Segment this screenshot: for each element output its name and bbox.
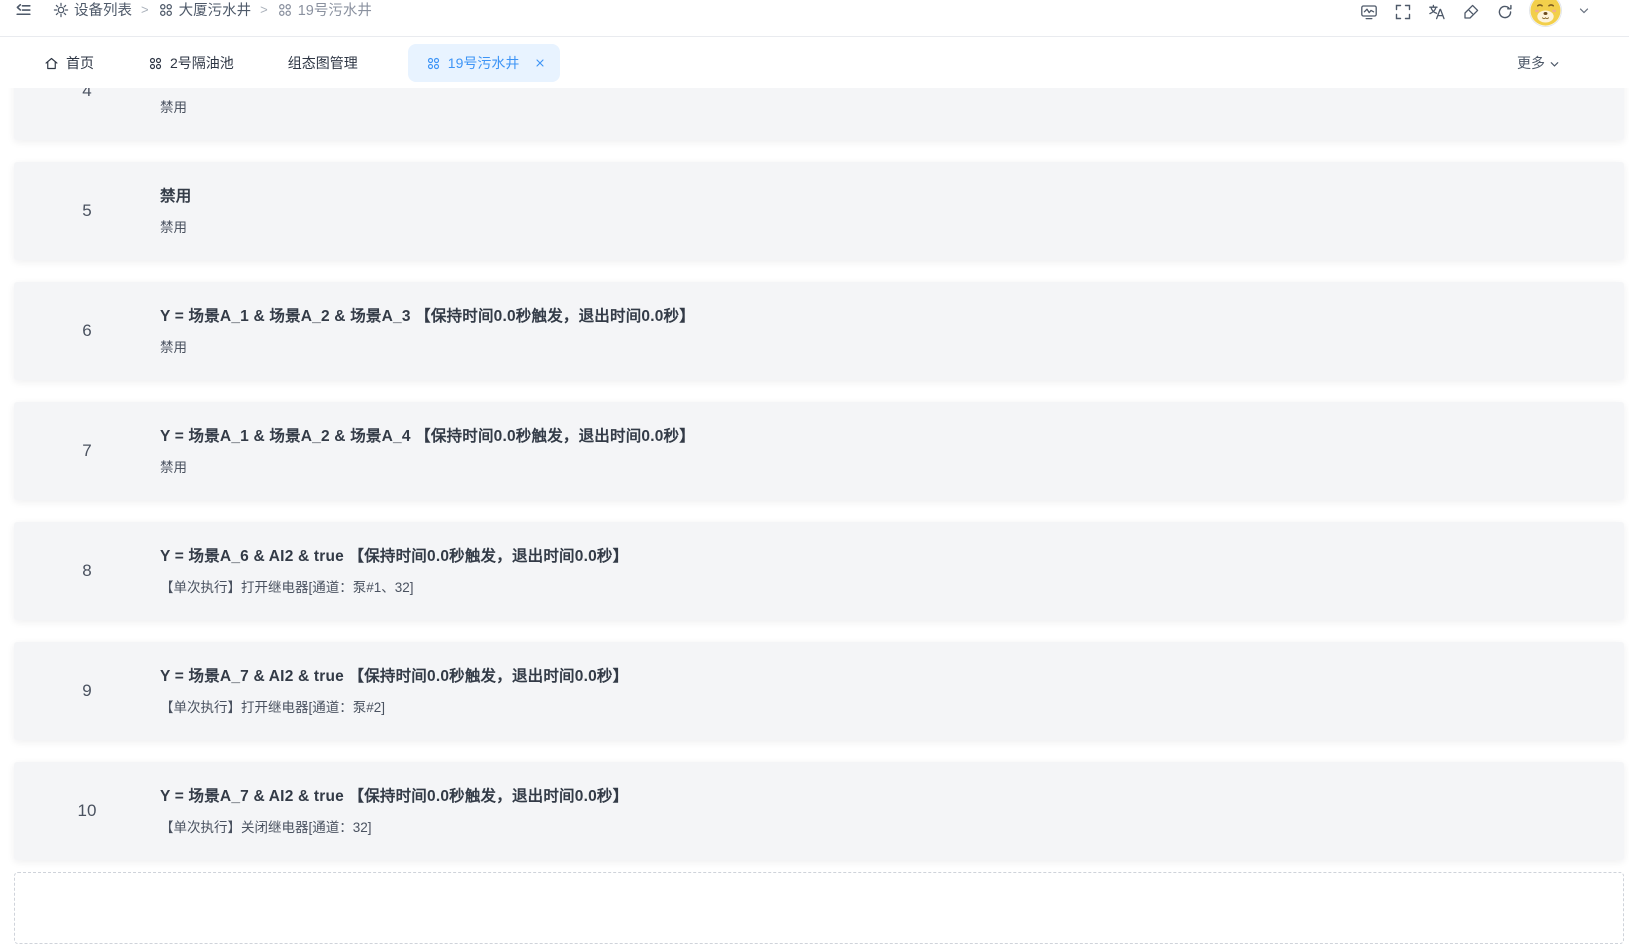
rule-row[interactable]: 10 Y = 场景A_7 & AI2 & true 【保持时间0.0秒触发，退出… <box>14 762 1624 860</box>
apps-icon <box>158 2 174 18</box>
tab-label: 首页 <box>66 53 94 73</box>
rule-text: Y = 场景A_6 & AI2 & true 【保持时间0.0秒触发，退出时间0… <box>160 546 1624 597</box>
refresh-icon[interactable] <box>1496 3 1514 23</box>
rule-action: 禁用 <box>160 459 1600 477</box>
rule-number: 6 <box>14 321 160 341</box>
header-actions <box>1344 0 1591 26</box>
more-tabs-label: 更多 <box>1517 53 1545 73</box>
tab-label: 组态图管理 <box>288 53 358 73</box>
top-header: 设备列表 > 大厦污水井 >19号污水井 <box>0 0 1629 37</box>
tab-19号污水井[interactable]: 19号污水井 <box>408 44 561 82</box>
rule-action: 禁用 <box>160 339 1600 357</box>
rule-text: 禁用 禁用 <box>160 186 1624 237</box>
menu-collapse-icon[interactable] <box>14 0 33 20</box>
breadcrumb-label: 19号污水井 <box>298 0 372 20</box>
rule-text: Y = 场景A_1 & 场景A_2 & 场景A_3 【保持时间0.0秒触发，退出… <box>160 306 1624 357</box>
rule-condition: Y = 场景A_6 & AI2 & true 【保持时间0.0秒触发，退出时间0… <box>160 546 1600 568</box>
more-tabs-button[interactable]: 更多 <box>1511 52 1567 74</box>
tab-label: 19号污水井 <box>448 53 520 73</box>
rule-condition: Y = 场景A_7 & AI2 & true 【保持时间0.0秒触发，退出时间0… <box>160 666 1600 688</box>
rule-row[interactable]: 7 Y = 场景A_1 & 场景A_2 & 场景A_4 【保持时间0.0秒触发，… <box>14 402 1624 500</box>
rule-condition: Y = 场景A_1 & 场景A_2 & 场景A_3 【保持时间0.0秒触发，退出… <box>160 306 1600 328</box>
rule-number: 8 <box>14 561 160 581</box>
breadcrumb: 设备列表 > 大厦污水井 >19号污水井 <box>53 0 372 20</box>
fullscreen-icon[interactable] <box>1394 3 1412 23</box>
breadcrumb-separator: > <box>141 2 149 17</box>
theme-icon[interactable] <box>1462 3 1480 23</box>
tab-label: 2号隔油池 <box>170 53 234 73</box>
translate-icon[interactable] <box>1428 3 1446 23</box>
breadcrumb-label: 设备列表 <box>74 0 132 20</box>
apps-icon <box>426 56 441 71</box>
avatar[interactable] <box>1530 0 1561 26</box>
rule-condition: Y = 场景A_1 & 场景A_2 & 场景A_4 【保持时间0.0秒触发，退出… <box>160 426 1600 448</box>
breadcrumb-separator: > <box>260 2 268 17</box>
rule-action: 禁用 <box>160 99 1600 117</box>
rule-row[interactable]: 9 Y = 场景A_7 & AI2 & true 【保持时间0.0秒触发，退出时… <box>14 642 1624 740</box>
rule-list: 4 禁用 5 禁用 禁用 6 Y = 场景A_1 & 场景A_2 & 场景A_3… <box>0 0 1629 883</box>
rule-condition: Y = 场景A_7 & AI2 & true 【保持时间0.0秒触发，退出时间0… <box>160 786 1600 808</box>
close-icon[interactable] <box>534 57 546 69</box>
rule-action: 【单次执行】打开继电器[通道：泵#2] <box>160 699 1600 717</box>
rule-action: 【单次执行】关闭继电器[通道：32] <box>160 819 1600 837</box>
breadcrumb-label: 大厦污水井 <box>179 0 252 20</box>
rule-row[interactable]: 5 禁用 禁用 <box>14 162 1624 260</box>
rule-row[interactable]: 8 Y = 场景A_6 & AI2 & true 【保持时间0.0秒触发，退出时… <box>14 522 1624 620</box>
tab-2号隔油池[interactable]: 2号隔油池 <box>144 44 238 82</box>
rule-condition: 禁用 <box>160 186 1600 208</box>
rule-row[interactable]: 6 Y = 场景A_1 & 场景A_2 & 场景A_3 【保持时间0.0秒触发，… <box>14 282 1624 380</box>
tab-组态图管理[interactable]: 组态图管理 <box>284 44 362 82</box>
dashboard-icon[interactable] <box>1360 3 1378 23</box>
breadcrumb-item[interactable]: 大厦污水井 <box>158 0 252 20</box>
breadcrumb-item[interactable]: 设备列表 <box>53 0 132 20</box>
tab-首页[interactable]: 首页 <box>40 44 98 82</box>
tab-bar: 首页 2号隔油池 组态图管理 19号污水井 更多 <box>0 38 1629 88</box>
rule-number: 5 <box>14 201 160 221</box>
rule-number: 7 <box>14 441 160 461</box>
rule-action: 【单次执行】打开继电器[通道：泵#1、32] <box>160 579 1600 597</box>
apps-icon <box>148 56 163 71</box>
rule-text: Y = 场景A_7 & AI2 & true 【保持时间0.0秒触发，退出时间0… <box>160 666 1624 717</box>
rule-number: 9 <box>14 681 160 701</box>
rule-text: Y = 场景A_1 & 场景A_2 & 场景A_4 【保持时间0.0秒触发，退出… <box>160 426 1624 477</box>
gear-icon <box>53 2 69 18</box>
chevron-down-icon[interactable] <box>1577 4 1591 22</box>
breadcrumb-item[interactable]: 19号污水井 <box>277 0 372 20</box>
apps-icon <box>277 2 293 18</box>
rule-action: 禁用 <box>160 219 1600 237</box>
header-left: 设备列表 > 大厦污水井 >19号污水井 <box>14 0 372 20</box>
chevron-down-icon <box>1548 58 1561 71</box>
rule-number: 10 <box>14 801 160 821</box>
home-icon <box>44 56 59 71</box>
rule-text: Y = 场景A_7 & AI2 & true 【保持时间0.0秒触发，退出时间0… <box>160 786 1624 837</box>
